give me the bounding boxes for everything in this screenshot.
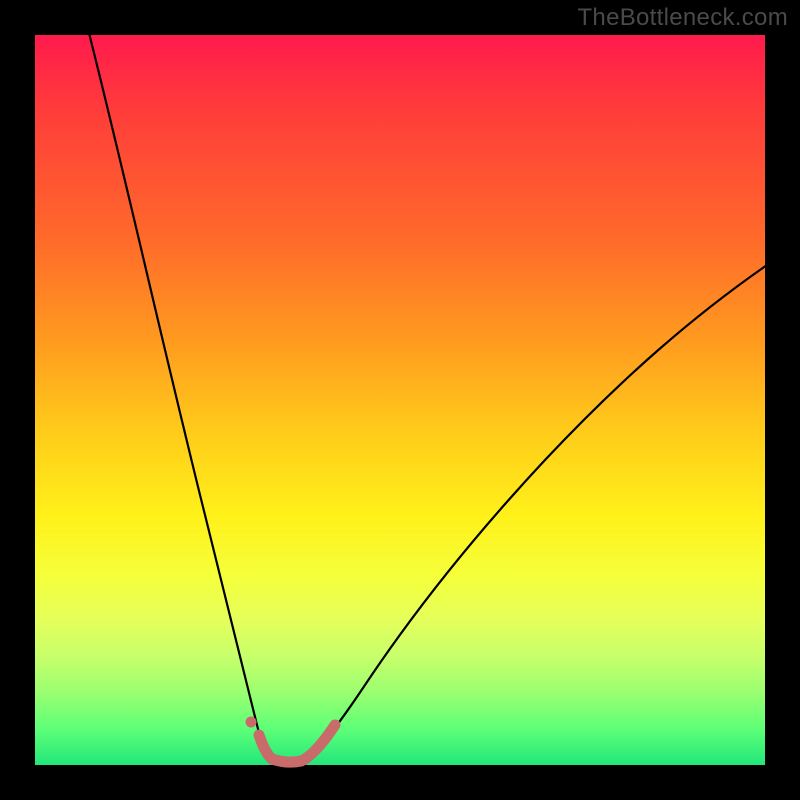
curve-left-branch bbox=[87, 25, 268, 757]
watermark-text: TheBottleneck.com bbox=[577, 4, 788, 32]
curve-right-branch bbox=[303, 265, 767, 761]
plot-area bbox=[35, 35, 765, 765]
marker-group bbox=[259, 725, 335, 762]
marker-seg-right bbox=[301, 725, 335, 761]
curve-layer bbox=[35, 35, 765, 765]
chart-frame: TheBottleneck.com bbox=[0, 0, 800, 800]
marker-dot bbox=[246, 717, 257, 728]
